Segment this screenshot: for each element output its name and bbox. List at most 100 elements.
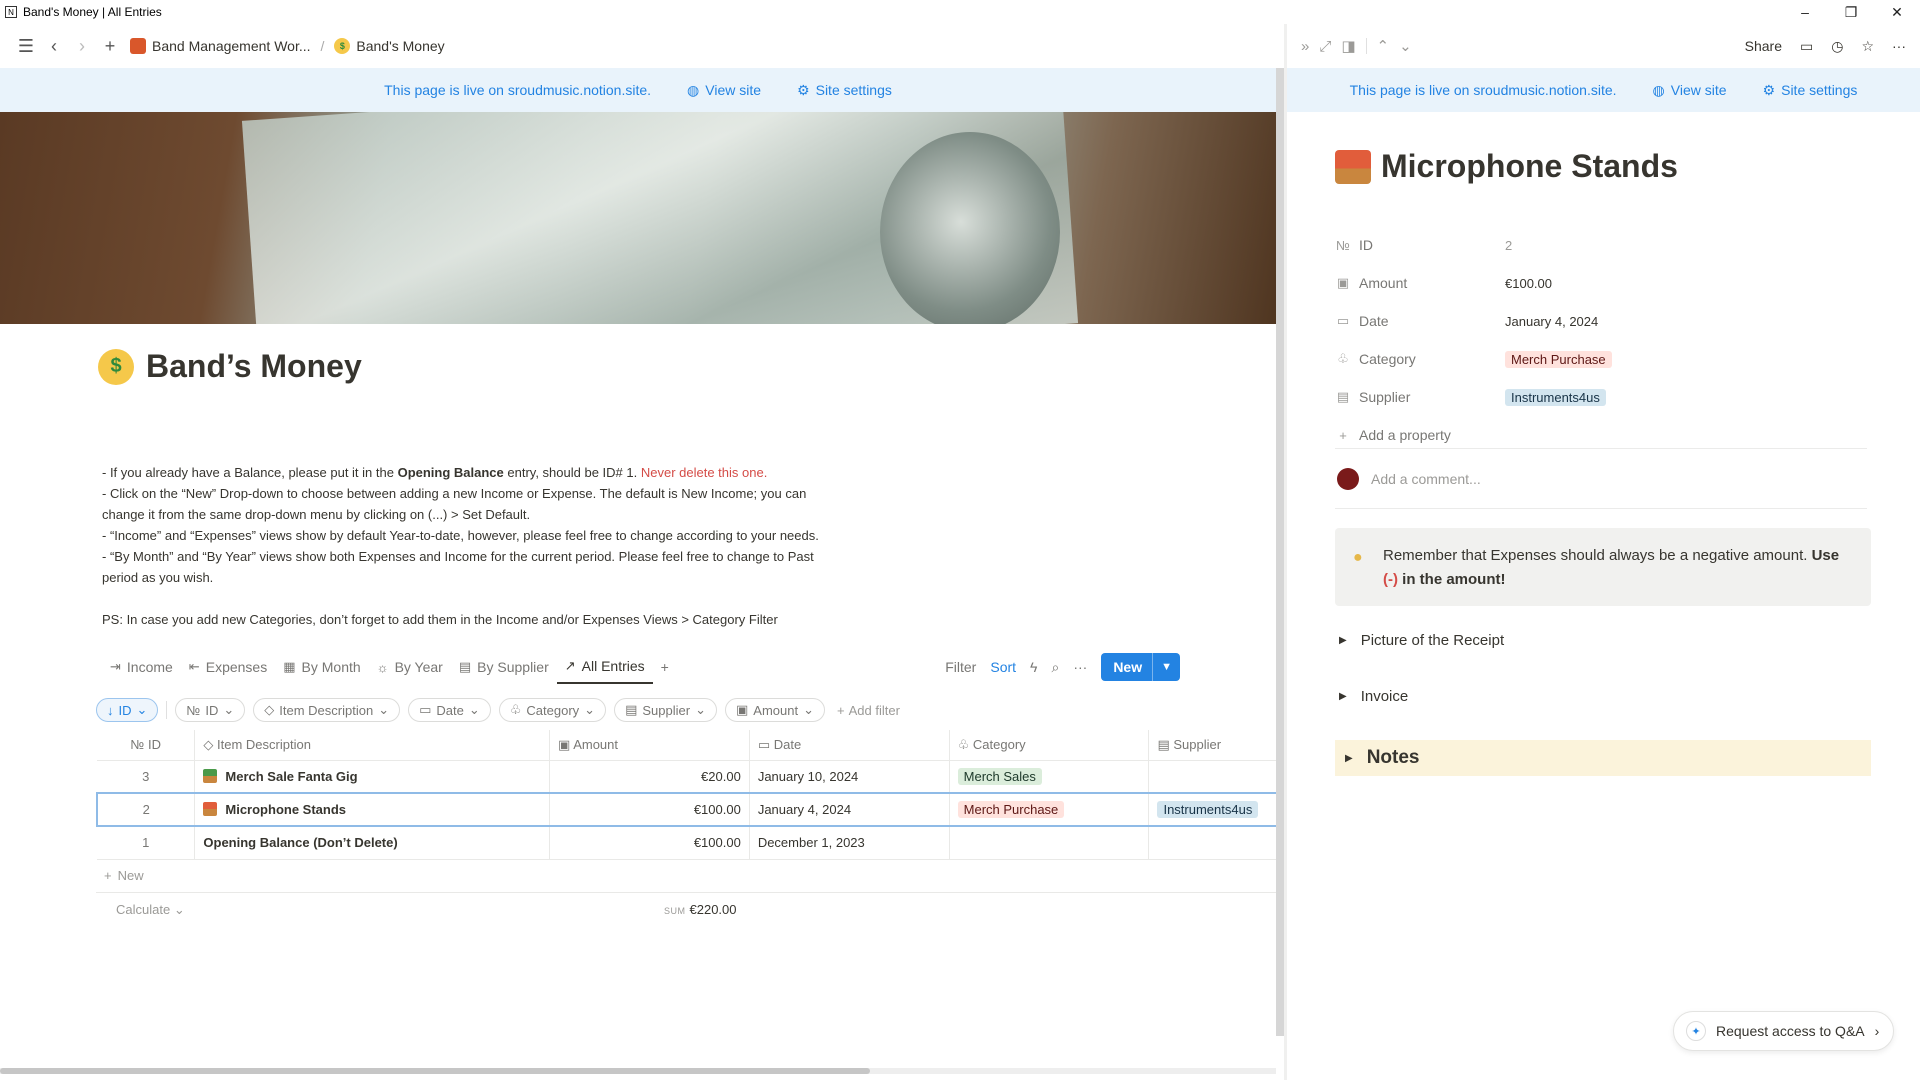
calculation-row: Calculate ⌄ SUM €220.00 <box>96 892 1276 926</box>
tab-all-entries[interactable]: ↗ All Entries <box>556 650 653 684</box>
share-button[interactable]: Share <box>1745 38 1782 54</box>
new-entry-button[interactable]: New ▼ <box>1101 653 1180 681</box>
view-toolbar: Filter Sort ϟ ⌕ ··· New ▼ <box>945 653 1180 681</box>
notes-toggle-heading[interactable]: ▶ Notes <box>1335 740 1871 776</box>
add-view-plus-icon[interactable]: + <box>653 650 677 684</box>
supplier-tag[interactable]: Instruments4us <box>1505 388 1606 406</box>
site-settings-link[interactable]: ⚙ Site settings <box>797 82 892 99</box>
header-amount[interactable]: ▣ Amount <box>549 730 750 761</box>
close-peek-icon[interactable]: » <box>1301 38 1309 55</box>
tab-expenses[interactable]: ⇤ Expenses <box>181 650 275 684</box>
table-row-selected[interactable]: 2 Microphone Stands €100.00 January 4, 2… <box>96 792 1276 827</box>
chevron-down-icon[interactable]: ▼ <box>1152 653 1180 681</box>
tab-by-month[interactable]: ▦ By Month <box>275 650 368 684</box>
sum-value[interactable]: SUM €220.00 <box>664 902 737 917</box>
desc-line-5: - “By Month” and “By Year” views show bo… <box>102 549 814 564</box>
table-row[interactable]: 1 Opening Balance (Don’t Delete) €100.00… <box>97 826 1276 860</box>
vertical-scrollbar[interactable] <box>1276 68 1284 1036</box>
breadcrumb-workspace[interactable]: Band Management Wor... <box>124 38 317 54</box>
more-options-icon[interactable]: ··· <box>1073 659 1087 675</box>
site-settings-link[interactable]: ⚙ Site settings <box>1763 82 1858 99</box>
expand-icon[interactable]: ⤢ <box>1319 38 1331 55</box>
filter-chip-item[interactable]: ◇ Item Description ⌄ <box>253 698 401 722</box>
filter-chip-id[interactable]: № ID ⌄ <box>175 698 246 722</box>
request-qa-button[interactable]: ✦ Request access to Q&A › <box>1673 1011 1895 1051</box>
toggle-triangle-icon[interactable]: ▶ <box>1339 635 1347 646</box>
property-amount-value[interactable]: €100.00 <box>1505 276 1552 291</box>
horizontal-scrollbar[interactable] <box>0 1068 1276 1074</box>
peek-mode-icon[interactable]: ◨ <box>1341 37 1355 55</box>
cell-amount: €100.00 <box>549 826 750 860</box>
comment-input[interactable]: Add a comment... <box>1371 471 1481 487</box>
money-icon: ▣ <box>1336 275 1350 290</box>
filter-chip-supplier[interactable]: ▤ Supplier ⌄ <box>614 698 717 722</box>
toggle-triangle-icon[interactable]: ▶ <box>1339 691 1347 702</box>
banknote-portrait <box>880 132 1060 324</box>
property-date[interactable]: ▭ Date January 4, 2024 <box>1335 302 1867 340</box>
property-id[interactable]: № ID 2 <box>1335 226 1867 264</box>
header-id[interactable]: № ID <box>97 730 195 761</box>
tab-by-year[interactable]: ☼ By Year <box>369 650 451 684</box>
header-category[interactable]: ♧ Category <box>948 730 1149 761</box>
cell-item[interactable]: Opening Balance (Don’t Delete) <box>194 826 550 860</box>
close-button[interactable]: ✕ <box>1874 0 1920 24</box>
sort-button[interactable]: Sort <box>990 659 1016 675</box>
calculate-dropdown[interactable]: Calculate ⌄ <box>116 902 185 918</box>
category-tag[interactable]: Merch Purchase <box>1505 350 1612 368</box>
tab-by-supplier[interactable]: ▤ By Supplier <box>451 650 557 684</box>
cell-supplier: Instruments4us <box>1148 792 1276 827</box>
header-supplier[interactable]: ▤ Supplier <box>1148 730 1276 761</box>
property-category[interactable]: ♧ Category Merch Purchase <box>1335 340 1867 378</box>
filter-bar: ↓ ID ⌄ № ID ⌄ ◇ Item Description ⌄ ▭ Dat… <box>96 698 900 722</box>
view-site-link[interactable]: ◍ View site <box>687 82 761 99</box>
view-site-link[interactable]: ◍ View site <box>1653 82 1727 99</box>
comment-box[interactable]: Add a comment... <box>1337 468 1481 490</box>
filter-chip-amount[interactable]: ▣ Amount ⌄ <box>724 698 825 722</box>
outbox-tray-icon[interactable] <box>1335 149 1371 184</box>
tab-income[interactable]: ⇥ Income <box>102 650 181 684</box>
more-options-icon[interactable]: ··· <box>1892 38 1906 54</box>
cell-item[interactable]: Microphone Stands <box>194 792 550 827</box>
previous-entry-icon[interactable]: ⌃ <box>1377 37 1390 55</box>
header-date[interactable]: ▭ Date <box>748 730 950 761</box>
next-entry-icon[interactable]: ⌄ <box>1399 37 1412 55</box>
restore-button[interactable]: ❐ <box>1828 0 1874 24</box>
site-settings-label: Site settings <box>815 82 892 98</box>
automation-bolt-icon[interactable]: ϟ <box>1030 659 1037 675</box>
table-row[interactable]: 3 Merch Sale Fanta Gig €20.00 January 10… <box>97 760 1276 794</box>
property-amount[interactable]: ▣ Amount €100.00 <box>1335 264 1867 302</box>
filter-chip-category[interactable]: ♧ Category ⌄ <box>498 698 607 722</box>
toggle-receipt[interactable]: ▶ Picture of the Receipt <box>1339 632 1504 649</box>
property-date-value[interactable]: January 4, 2024 <box>1505 314 1598 329</box>
search-icon[interactable]: ⌕ <box>1051 659 1059 676</box>
property-supplier[interactable]: ▤ Supplier Instruments4us <box>1335 378 1867 416</box>
money-face-icon[interactable]: $ <box>98 348 134 385</box>
page-title: $ Band’s Money <box>98 348 362 385</box>
minimize-button[interactable]: – <box>1782 0 1828 24</box>
toggle-triangle-icon[interactable]: ▶ <box>1345 753 1353 764</box>
plus-icon: + <box>1339 427 1347 443</box>
history-clock-icon[interactable]: ◷ <box>1831 38 1843 55</box>
filter-chip-date[interactable]: ▭ Date ⌄ <box>408 698 491 722</box>
favorite-star-icon[interactable]: ☆ <box>1861 38 1874 55</box>
back-arrow-icon[interactable]: ‹ <box>40 32 68 60</box>
entry-title-text[interactable]: Microphone Stands <box>1381 148 1678 185</box>
scrollbar-thumb[interactable] <box>0 1068 870 1074</box>
cell-item[interactable]: Merch Sale Fanta Gig <box>194 760 550 794</box>
callout-block[interactable]: ● Remember that Expenses should always b… <box>1335 528 1871 606</box>
desc-line-1: - If you already have a Balance, please … <box>102 465 768 480</box>
new-page-plus-icon[interactable]: + <box>96 32 124 60</box>
add-filter-button[interactable]: + Add filter <box>833 703 900 718</box>
peek-actions: Share ▭ ◷ ☆ ··· <box>1745 38 1920 55</box>
toggle-invoice[interactable]: ▶ Invoice <box>1339 688 1408 705</box>
filter-button[interactable]: Filter <box>945 659 976 675</box>
cell-date: January 4, 2024 <box>748 792 950 827</box>
breadcrumb-page[interactable]: $ Band's Money <box>328 38 450 54</box>
sort-chip-id[interactable]: ↓ ID ⌄ <box>96 698 159 722</box>
comment-icon[interactable]: ▭ <box>1800 38 1813 55</box>
sidebar-menu-icon[interactable]: ☰ <box>12 32 40 60</box>
new-row-button[interactable]: + New <box>104 868 144 883</box>
header-item[interactable]: ◇ Item Description <box>194 730 550 761</box>
sum-label: SUM <box>664 906 686 916</box>
forward-arrow-icon[interactable]: › <box>68 32 96 60</box>
